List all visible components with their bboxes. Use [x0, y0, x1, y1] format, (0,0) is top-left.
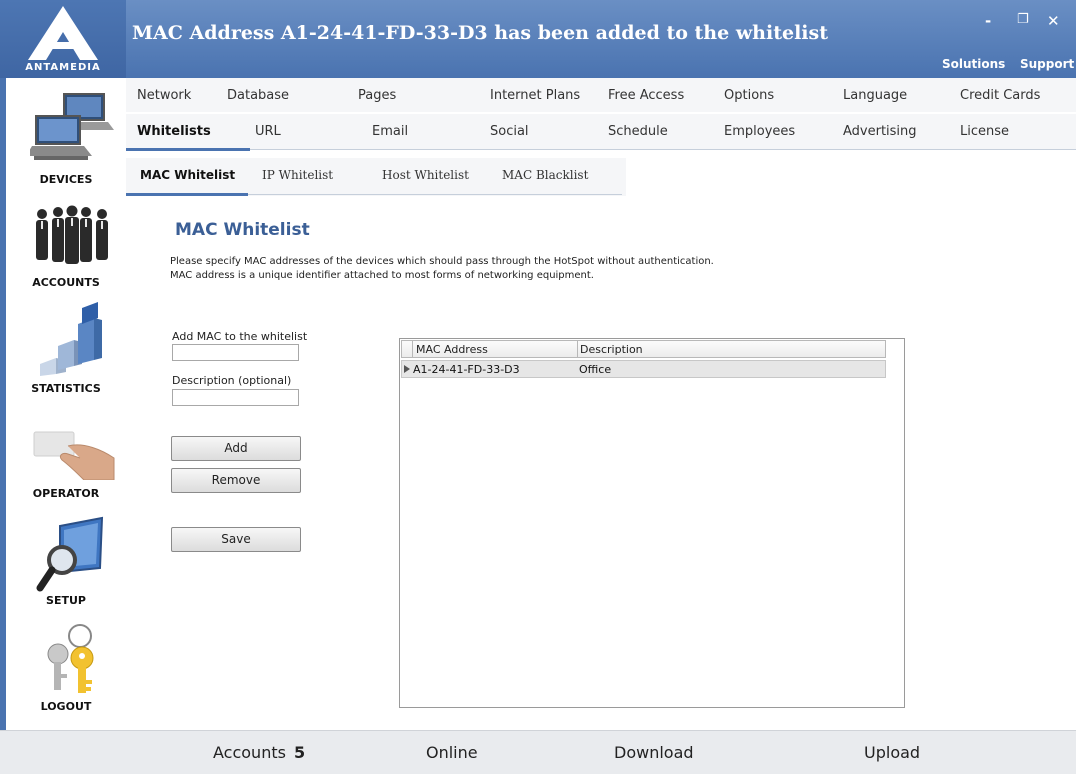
column-header-description[interactable]: Description — [580, 343, 643, 356]
row-pointer-icon — [404, 365, 410, 373]
solutions-link[interactable]: Solutions — [942, 57, 1005, 71]
menu-row-2: Whitelists URL Email Social Schedule Emp… — [126, 114, 1076, 150]
active-subtab-indicator — [126, 193, 248, 196]
restore-button[interactable]: ❐ — [1017, 12, 1029, 27]
mac-whitelist-grid[interactable]: MAC Address Description A1-24-41-FD-33-D… — [399, 338, 905, 708]
menu-item-url[interactable]: URL — [255, 124, 281, 139]
menu-item-whitelists[interactable]: Whitelists — [137, 124, 211, 139]
sidebar-item-logout[interactable]: LOGOUT — [6, 620, 126, 716]
description-label: Description (optional) — [172, 374, 292, 387]
antamedia-logo: ANTAMEDIA — [0, 0, 126, 78]
setup-icon — [36, 516, 104, 592]
menu-item-schedule[interactable]: Schedule — [608, 124, 668, 139]
status-bar: Accounts 5 Online Download Upload — [0, 730, 1076, 774]
statistics-icon — [40, 302, 102, 376]
menu-item-credit-cards[interactable]: Credit Cards — [960, 88, 1040, 103]
sidebar: DEVICES ACCOUNTS STATISTICS OPERATOR SET… — [0, 78, 126, 730]
sidebar-item-devices[interactable]: DEVICES — [6, 86, 126, 186]
tab-ip-whitelist[interactable]: IP Whitelist — [262, 168, 333, 182]
active-menu-indicator — [126, 148, 250, 151]
menu-item-license[interactable]: License — [960, 124, 1009, 139]
brand-name: ANTAMEDIA — [25, 62, 101, 73]
sidebar-item-operator[interactable]: OPERATOR — [6, 426, 126, 506]
tab-mac-whitelist[interactable]: MAC Whitelist — [140, 168, 235, 182]
sidebar-item-statistics[interactable]: STATISTICS — [6, 300, 126, 400]
close-button[interactable]: ✕ — [1047, 12, 1060, 30]
sidebar-label-logout: LOGOUT — [40, 700, 92, 713]
grid-header: MAC Address Description — [401, 340, 886, 358]
add-mac-input[interactable] — [172, 344, 299, 361]
support-link[interactable]: Support — [1020, 57, 1074, 71]
description-line-2: MAC address is a unique identifier attac… — [170, 270, 594, 281]
menu-item-free-access[interactable]: Free Access — [608, 88, 684, 103]
title-bar: ANTAMEDIA MAC Address A1-24-41-FD-33-D3 … — [0, 0, 1076, 78]
page-title: MAC Whitelist — [175, 220, 310, 240]
menu-item-advertising[interactable]: Advertising — [843, 124, 917, 139]
online-status: Online — [426, 743, 478, 762]
menu-item-internet-plans[interactable]: Internet Plans — [490, 88, 580, 103]
accounts-label: Accounts — [213, 743, 286, 762]
logo-a-icon — [28, 6, 98, 60]
menu-item-database[interactable]: Database — [227, 88, 289, 103]
column-separator — [412, 341, 413, 357]
sidebar-label-devices: DEVICES — [39, 173, 93, 186]
menu-item-social[interactable]: Social — [490, 124, 529, 139]
window-title: MAC Address A1-24-41-FD-33-D3 has been a… — [132, 22, 828, 44]
tab-mac-blacklist[interactable]: MAC Blacklist — [502, 168, 588, 182]
menu-item-language[interactable]: Language — [843, 88, 907, 103]
operator-icon — [33, 431, 115, 480]
logout-icon — [47, 624, 94, 693]
accounts-status: Accounts 5 — [213, 743, 305, 762]
add-button[interactable]: Add — [171, 436, 301, 461]
remove-button[interactable]: Remove — [171, 468, 301, 493]
upload-status: Upload — [864, 743, 921, 762]
menu-row-1: Network Database Pages Internet Plans Fr… — [126, 78, 1076, 112]
sidebar-label-operator: OPERATOR — [32, 487, 100, 500]
sidebar-label-setup: SETUP — [46, 594, 86, 607]
accounts-icon — [36, 205, 108, 264]
subtab-bar: MAC Whitelist IP Whitelist Host Whitelis… — [126, 158, 626, 196]
cell-description: Office — [579, 363, 612, 376]
tab-host-whitelist[interactable]: Host Whitelist — [382, 168, 469, 182]
table-row[interactable]: A1-24-41-FD-33-D3 Office — [401, 360, 886, 378]
save-button[interactable]: Save — [171, 527, 301, 552]
column-header-mac[interactable]: MAC Address — [416, 343, 488, 356]
menu-item-employees[interactable]: Employees — [724, 124, 795, 139]
devices-icon — [30, 93, 114, 160]
sidebar-item-setup[interactable]: SETUP — [6, 516, 126, 612]
download-status: Download — [614, 743, 694, 762]
menu-item-email[interactable]: Email — [372, 124, 408, 139]
sidebar-label-accounts: ACCOUNTS — [32, 276, 100, 289]
minimize-button[interactable]: - — [985, 12, 991, 30]
accounts-count: 5 — [293, 743, 306, 762]
menu-item-options[interactable]: Options — [724, 88, 774, 103]
menu-item-pages[interactable]: Pages — [358, 88, 396, 103]
add-mac-label: Add MAC to the whitelist — [172, 330, 308, 343]
subtab-divider — [248, 194, 622, 195]
sidebar-item-accounts[interactable]: ACCOUNTS — [6, 198, 126, 292]
sidebar-label-statistics: STATISTICS — [31, 382, 101, 395]
description-input[interactable] — [172, 389, 299, 406]
description-line-1: Please specify MAC addresses of the devi… — [170, 256, 714, 267]
menu-divider — [250, 149, 1076, 150]
menu-item-network[interactable]: Network — [137, 88, 191, 103]
column-separator — [577, 341, 578, 357]
cell-mac-address: A1-24-41-FD-33-D3 — [413, 363, 520, 376]
